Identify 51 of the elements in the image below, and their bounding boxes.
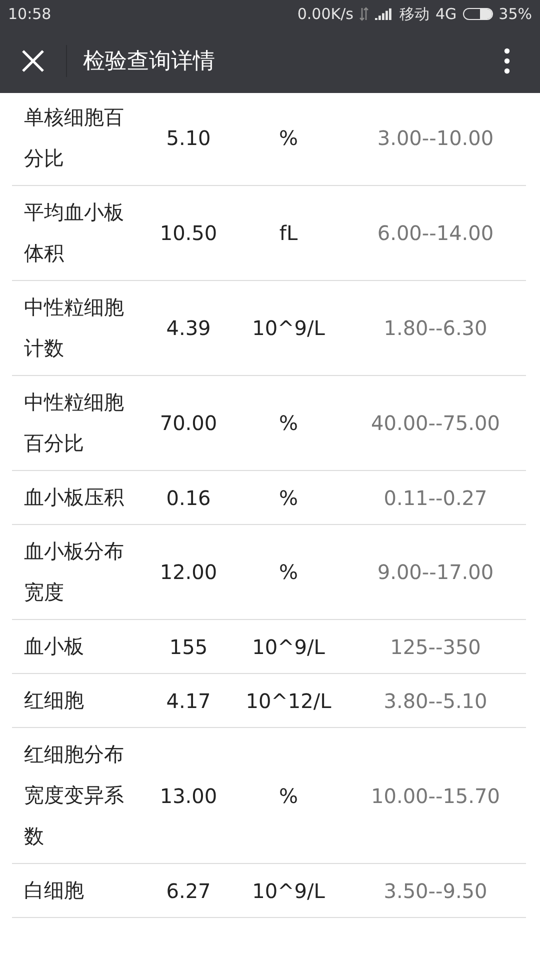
test-name: 平均血小板体积 [23, 199, 125, 267]
network-type: 4G [435, 5, 457, 23]
unit: 10^9/L [251, 878, 326, 902]
reference-range: 3.00--10.00 [376, 126, 495, 150]
test-name: 血小板压积 [23, 484, 125, 511]
unit: fL [278, 221, 299, 245]
reference-range: 6.00--14.00 [376, 221, 495, 245]
unit: 10^9/L [251, 316, 326, 340]
unit: % [278, 560, 299, 584]
result-value: 4.39 [165, 316, 212, 340]
unit: % [278, 486, 299, 510]
unit: % [278, 126, 299, 150]
result-value: 155 [168, 634, 209, 658]
battery-percent: 35% [498, 5, 532, 23]
more-icon[interactable] [504, 48, 510, 74]
reference-range: 3.50--9.50 [382, 878, 488, 902]
reference-range: 0.11--0.27 [382, 486, 488, 510]
reference-range: 3.80--5.10 [382, 688, 488, 712]
result-value: 6.27 [165, 878, 212, 902]
network-speed: 0.00K/s [297, 5, 354, 23]
reference-range: 1.80--6.30 [382, 316, 488, 340]
reference-range: 125--350 [389, 634, 482, 658]
reference-range: 10.00--15.70 [370, 784, 501, 808]
test-name: 血小板 [23, 633, 85, 660]
test-name: 血小板分布宽度 [23, 538, 125, 606]
result-value: 5.10 [165, 126, 212, 150]
test-name: 中性粒细胞计数 [23, 294, 125, 362]
unit: 10^12/L [244, 688, 332, 712]
carrier-name: 移动 [399, 4, 430, 24]
result-value: 10.50 [158, 221, 218, 245]
test-name: 中性粒细胞百分比 [23, 389, 125, 457]
test-name: 单核细胞百分比 [23, 104, 125, 172]
result-value: 13.00 [158, 784, 218, 808]
test-name: 白细胞 [23, 877, 85, 904]
test-name: 红细胞分布宽度变异系数 [23, 741, 125, 850]
close-icon[interactable] [21, 48, 45, 72]
result-value: 12.00 [158, 560, 218, 584]
result-value: 4.17 [165, 688, 212, 712]
result-value: 70.00 [158, 411, 218, 435]
signal-icon [375, 8, 394, 20]
result-value: 0.16 [165, 486, 212, 510]
unit: % [278, 411, 299, 435]
unit: % [278, 784, 299, 808]
status-time: 10:58 [8, 5, 52, 23]
battery-icon [462, 8, 493, 20]
data-arrows-icon [359, 7, 370, 21]
test-name: 红细胞 [23, 687, 85, 714]
unit: 10^9/L [251, 634, 326, 658]
reference-range: 9.00--17.00 [376, 560, 495, 584]
reference-range: 40.00--75.00 [370, 411, 501, 435]
page-title: 检验查询详情 [82, 48, 216, 76]
